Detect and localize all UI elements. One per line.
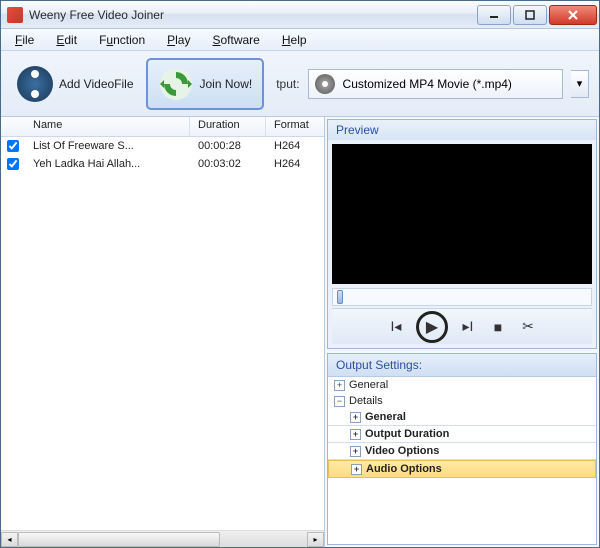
tree-node-output-duration[interactable]: + Output Duration bbox=[328, 426, 596, 443]
row-name: List Of Freeware S... bbox=[25, 140, 190, 152]
list-row[interactable]: List Of Freeware S... 00:00:28 H264 bbox=[1, 137, 324, 155]
window-title: Weeny Free Video Joiner bbox=[29, 8, 477, 22]
settings-tree[interactable]: + General − Details + General + Output D… bbox=[328, 377, 596, 544]
row-format: H264 bbox=[266, 140, 324, 152]
scissors-icon: ✂ bbox=[522, 318, 534, 335]
col-duration[interactable]: Duration bbox=[190, 117, 266, 136]
join-now-label: Join Now! bbox=[200, 77, 253, 91]
output-format-text: Customized MP4 Movie (*.mp4) bbox=[343, 77, 556, 91]
output-label: tput: bbox=[276, 77, 299, 91]
expand-icon[interactable]: + bbox=[350, 412, 361, 423]
toolbar: Add VideoFile Join Now! tput: Customized… bbox=[1, 51, 599, 117]
tree-node-details[interactable]: − Details bbox=[328, 393, 596, 409]
play-icon: ▶ bbox=[426, 317, 438, 337]
output-area: tput: Customized MP4 Movie (*.mp4) ▾ bbox=[276, 69, 589, 99]
row-format: H264 bbox=[266, 158, 324, 170]
stop-icon: ■ bbox=[494, 319, 502, 335]
chevron-down-icon: ▾ bbox=[577, 77, 583, 90]
app-window: Weeny Free Video Joiner File Edit Functi… bbox=[0, 0, 600, 548]
video-preview[interactable] bbox=[332, 144, 592, 284]
film-reel-small-icon bbox=[315, 74, 335, 94]
scroll-right-button[interactable]: ▸ bbox=[307, 532, 324, 547]
row-checkbox[interactable] bbox=[7, 140, 19, 152]
app-icon bbox=[7, 7, 23, 23]
scroll-thumb[interactable] bbox=[18, 532, 220, 547]
col-checkbox[interactable] bbox=[1, 117, 25, 136]
row-checkbox[interactable] bbox=[7, 158, 19, 170]
expand-icon[interactable]: + bbox=[350, 429, 361, 440]
row-name: Yeh Ladka Hai Allah... bbox=[25, 158, 190, 170]
close-button[interactable] bbox=[549, 5, 597, 25]
titlebar: Weeny Free Video Joiner bbox=[1, 1, 599, 29]
output-settings-title: Output Settings: bbox=[328, 354, 596, 377]
tree-node-audio-options[interactable]: + Audio Options bbox=[328, 460, 596, 478]
preview-panel: Preview I◂ ▶ ▸I ■ ✂ bbox=[327, 119, 597, 349]
output-settings-panel: Output Settings: + General − Details + G… bbox=[327, 353, 597, 545]
join-now-button[interactable]: Join Now! bbox=[146, 58, 265, 110]
tree-node-general[interactable]: + General bbox=[328, 409, 596, 426]
horizontal-scrollbar[interactable]: ◂ ▸ bbox=[1, 530, 324, 547]
menu-software[interactable]: Software bbox=[202, 31, 269, 49]
scroll-left-button[interactable]: ◂ bbox=[1, 532, 18, 547]
tree-node-video-options[interactable]: + Video Options bbox=[328, 443, 596, 460]
row-duration: 00:00:28 bbox=[190, 140, 266, 152]
expand-icon[interactable]: + bbox=[350, 446, 361, 457]
skip-back-button[interactable]: I◂ bbox=[386, 317, 406, 337]
skip-forward-button[interactable]: ▸I bbox=[458, 317, 478, 337]
list-row[interactable]: Yeh Ladka Hai Allah... 00:03:02 H264 bbox=[1, 155, 324, 173]
maximize-icon bbox=[525, 10, 535, 20]
seek-bar[interactable] bbox=[332, 288, 592, 306]
collapse-icon[interactable]: − bbox=[334, 396, 345, 407]
expand-icon[interactable]: + bbox=[334, 380, 345, 391]
cut-button[interactable]: ✂ bbox=[518, 317, 538, 337]
preview-title: Preview bbox=[328, 120, 596, 140]
expand-icon[interactable]: + bbox=[351, 464, 362, 475]
right-panel: Preview I◂ ▶ ▸I ■ ✂ Output Settings: + bbox=[325, 117, 599, 547]
menu-play[interactable]: Play bbox=[157, 31, 200, 49]
list-body[interactable]: List Of Freeware S... 00:00:28 H264 Yeh … bbox=[1, 137, 324, 530]
window-buttons bbox=[477, 5, 597, 25]
menubar: File Edit Function Play Software Help bbox=[1, 29, 599, 51]
minimize-button[interactable] bbox=[477, 5, 511, 25]
add-video-button[interactable]: Add VideoFile bbox=[11, 64, 140, 104]
output-format-dropdown-button[interactable]: ▾ bbox=[571, 70, 589, 98]
output-format-combo[interactable]: Customized MP4 Movie (*.mp4) bbox=[308, 69, 563, 99]
tree-node-general-top[interactable]: + General bbox=[328, 377, 596, 393]
list-header: Name Duration Format bbox=[1, 117, 324, 137]
col-format[interactable]: Format bbox=[266, 117, 324, 136]
skip-back-icon: I◂ bbox=[391, 318, 402, 335]
menu-edit[interactable]: Edit bbox=[46, 31, 87, 49]
menu-file[interactable]: File bbox=[5, 31, 44, 49]
close-icon bbox=[567, 9, 579, 21]
menu-function[interactable]: Function bbox=[89, 31, 155, 49]
seek-knob[interactable] bbox=[337, 290, 343, 304]
playback-controls: I◂ ▶ ▸I ■ ✂ bbox=[332, 308, 592, 344]
file-list-panel: Name Duration Format List Of Freeware S.… bbox=[1, 117, 325, 547]
add-video-label: Add VideoFile bbox=[59, 77, 134, 91]
main-body: Name Duration Format List Of Freeware S.… bbox=[1, 117, 599, 547]
maximize-button[interactable] bbox=[513, 5, 547, 25]
stop-button[interactable]: ■ bbox=[488, 317, 508, 337]
minimize-icon bbox=[489, 10, 499, 20]
skip-forward-icon: ▸I bbox=[463, 318, 474, 335]
row-duration: 00:03:02 bbox=[190, 158, 266, 170]
col-name[interactable]: Name bbox=[25, 117, 190, 136]
play-button[interactable]: ▶ bbox=[416, 311, 448, 343]
film-reel-icon bbox=[17, 66, 53, 102]
scroll-track[interactable] bbox=[18, 532, 307, 547]
join-icon bbox=[158, 66, 194, 102]
menu-help[interactable]: Help bbox=[272, 31, 317, 49]
